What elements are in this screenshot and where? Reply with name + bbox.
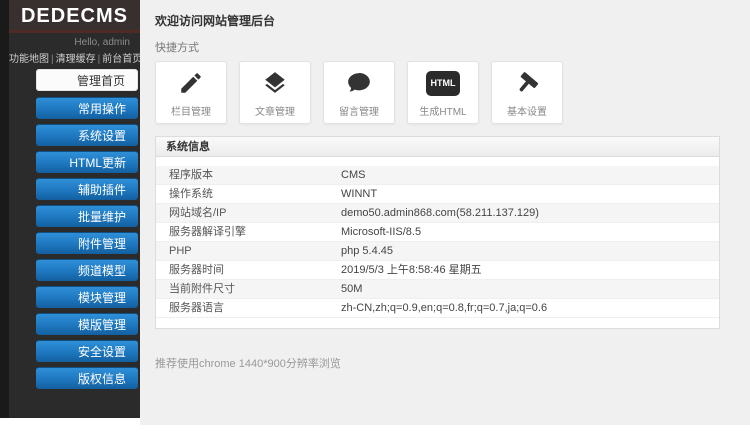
table-row: 服务器时间 2019/5/3 上午8:58:46 星期五 [156, 261, 719, 280]
shortcut-card-label: 栏目管理 [171, 107, 211, 118]
quick-links: 功能地图|清理缓存|前台首页|退出 [9, 50, 169, 65]
shortcut-card-generate-html[interactable]: HTML 生成HTML [407, 61, 479, 124]
row-label: 服务器解译引擎 [169, 226, 246, 238]
shortcut-card-label: 文章管理 [255, 107, 295, 118]
row-value: php 5.4.45 [341, 245, 393, 257]
table-row: 当前附件尺寸 50M [156, 280, 719, 299]
sidebar: DEDECMS Hello, admin 功能地图|清理缓存|前台首页|退出 管… [0, 0, 169, 418]
row-label: 操作系统 [169, 188, 213, 200]
shortcut-card-label: 基本设置 [507, 107, 547, 118]
sidebar-item-batch-maintenance[interactable]: 批量维护 [36, 205, 138, 227]
html-badge-text: HTML [430, 78, 456, 88]
row-value: WINNT [341, 188, 378, 200]
link-clear-cache[interactable]: 清理缓存 [56, 54, 96, 65]
system-info-panel: 系统信息 程序版本 CMS 操作系统 WINNT 网站域名/IP demo50.… [155, 136, 720, 329]
footer-note: 推荐使用chrome 1440*900分辨率浏览 [155, 358, 341, 370]
sidebar-item-attachment-management[interactable]: 附件管理 [36, 232, 138, 254]
row-value: zh-CN,zh;q=0.9,en;q=0.8,fr;q=0.7,ja;q=0.… [341, 302, 548, 314]
separator: | [97, 54, 101, 65]
page-title: 欢迎访问网站管理后台 [155, 14, 276, 28]
system-info-table: 程序版本 CMS 操作系统 WINNT 网站域名/IP demo50.admin… [155, 157, 720, 329]
row-label: 服务器语言 [169, 302, 224, 314]
shortcut-cards: 栏目管理 文章管理 留言管理 HTML 生成HTML 基本设置 [155, 61, 735, 124]
separator: | [51, 54, 54, 65]
row-value: CMS [341, 169, 366, 181]
shortcut-card-label: 生成HTML [419, 107, 467, 118]
row-label: 当前附件尺寸 [169, 283, 235, 295]
row-value: Microsoft-IIS/8.5 [341, 226, 422, 238]
html-badge-icon: HTML [426, 67, 460, 99]
dedecms-admin-screen: DEDECMS Hello, admin 功能地图|清理缓存|前台首页|退出 管… [0, 0, 750, 437]
row-label: 程序版本 [169, 169, 213, 181]
sidebar-item-template-management[interactable]: 模版管理 [36, 313, 138, 335]
table-row: 程序版本 CMS [156, 166, 719, 185]
table-row: 服务器语言 zh-CN,zh;q=0.9,en;q=0.8,fr;q=0.7,j… [156, 299, 719, 318]
sidebar-item-copyright-info[interactable]: 版权信息 [36, 367, 138, 389]
sidebar-item-auxiliary-plugins[interactable]: 辅助插件 [36, 178, 138, 200]
pencil-icon [178, 67, 204, 99]
table-row: 服务器解译引擎 Microsoft-IIS/8.5 [156, 223, 719, 242]
row-value: demo50.admin868.com(58.211.137.129) [341, 207, 539, 219]
link-frontend-home[interactable]: 前台首页 [102, 54, 142, 65]
shortcut-card-article-management[interactable]: 文章管理 [239, 61, 311, 124]
shortcut-card-label: 留言管理 [339, 107, 379, 118]
shortcut-card-message-management[interactable]: 留言管理 [323, 61, 395, 124]
row-label: 网站域名/IP [169, 207, 227, 219]
link-function-map[interactable]: 功能地图 [9, 54, 49, 65]
shortcut-card-basic-settings[interactable]: 基本设置 [491, 61, 563, 124]
row-value: 2019/5/3 上午8:58:46 星期五 [341, 264, 482, 276]
row-label: PHP [169, 245, 192, 257]
sidebar-item-system-settings[interactable]: 系统设置 [36, 124, 138, 146]
hammer-icon [514, 67, 540, 99]
sidebar-item-common-operations[interactable]: 常用操作 [36, 97, 138, 119]
table-row: PHP php 5.4.45 [156, 242, 719, 261]
sidebar-item-html-update[interactable]: HTML更新 [36, 151, 138, 173]
system-info-title: 系统信息 [155, 136, 720, 157]
greeting-text: Hello, admin [74, 37, 130, 48]
sidebar-item-module-management[interactable]: 模块管理 [36, 286, 138, 308]
row-label: 服务器时间 [169, 264, 224, 276]
logo: DEDECMS [9, 0, 140, 33]
table-row: 网站域名/IP demo50.admin868.com(58.211.137.1… [156, 204, 719, 223]
shortcut-card-column-management[interactable]: 栏目管理 [155, 61, 227, 124]
comment-icon [346, 67, 372, 99]
layers-icon [262, 67, 288, 99]
main-content: 欢迎访问网站管理后台 快捷方式 栏目管理 文章管理 留言管理 HTML 生成HT… [140, 0, 750, 425]
sidebar-item-security-settings[interactable]: 安全设置 [36, 340, 138, 362]
sidebar-item-admin-home[interactable]: 管理首页 [36, 69, 138, 91]
sidebar-item-channel-models[interactable]: 频道模型 [36, 259, 138, 281]
row-value: 50M [341, 283, 363, 295]
table-row: 操作系统 WINNT [156, 185, 719, 204]
shortcuts-label: 快捷方式 [155, 42, 199, 54]
